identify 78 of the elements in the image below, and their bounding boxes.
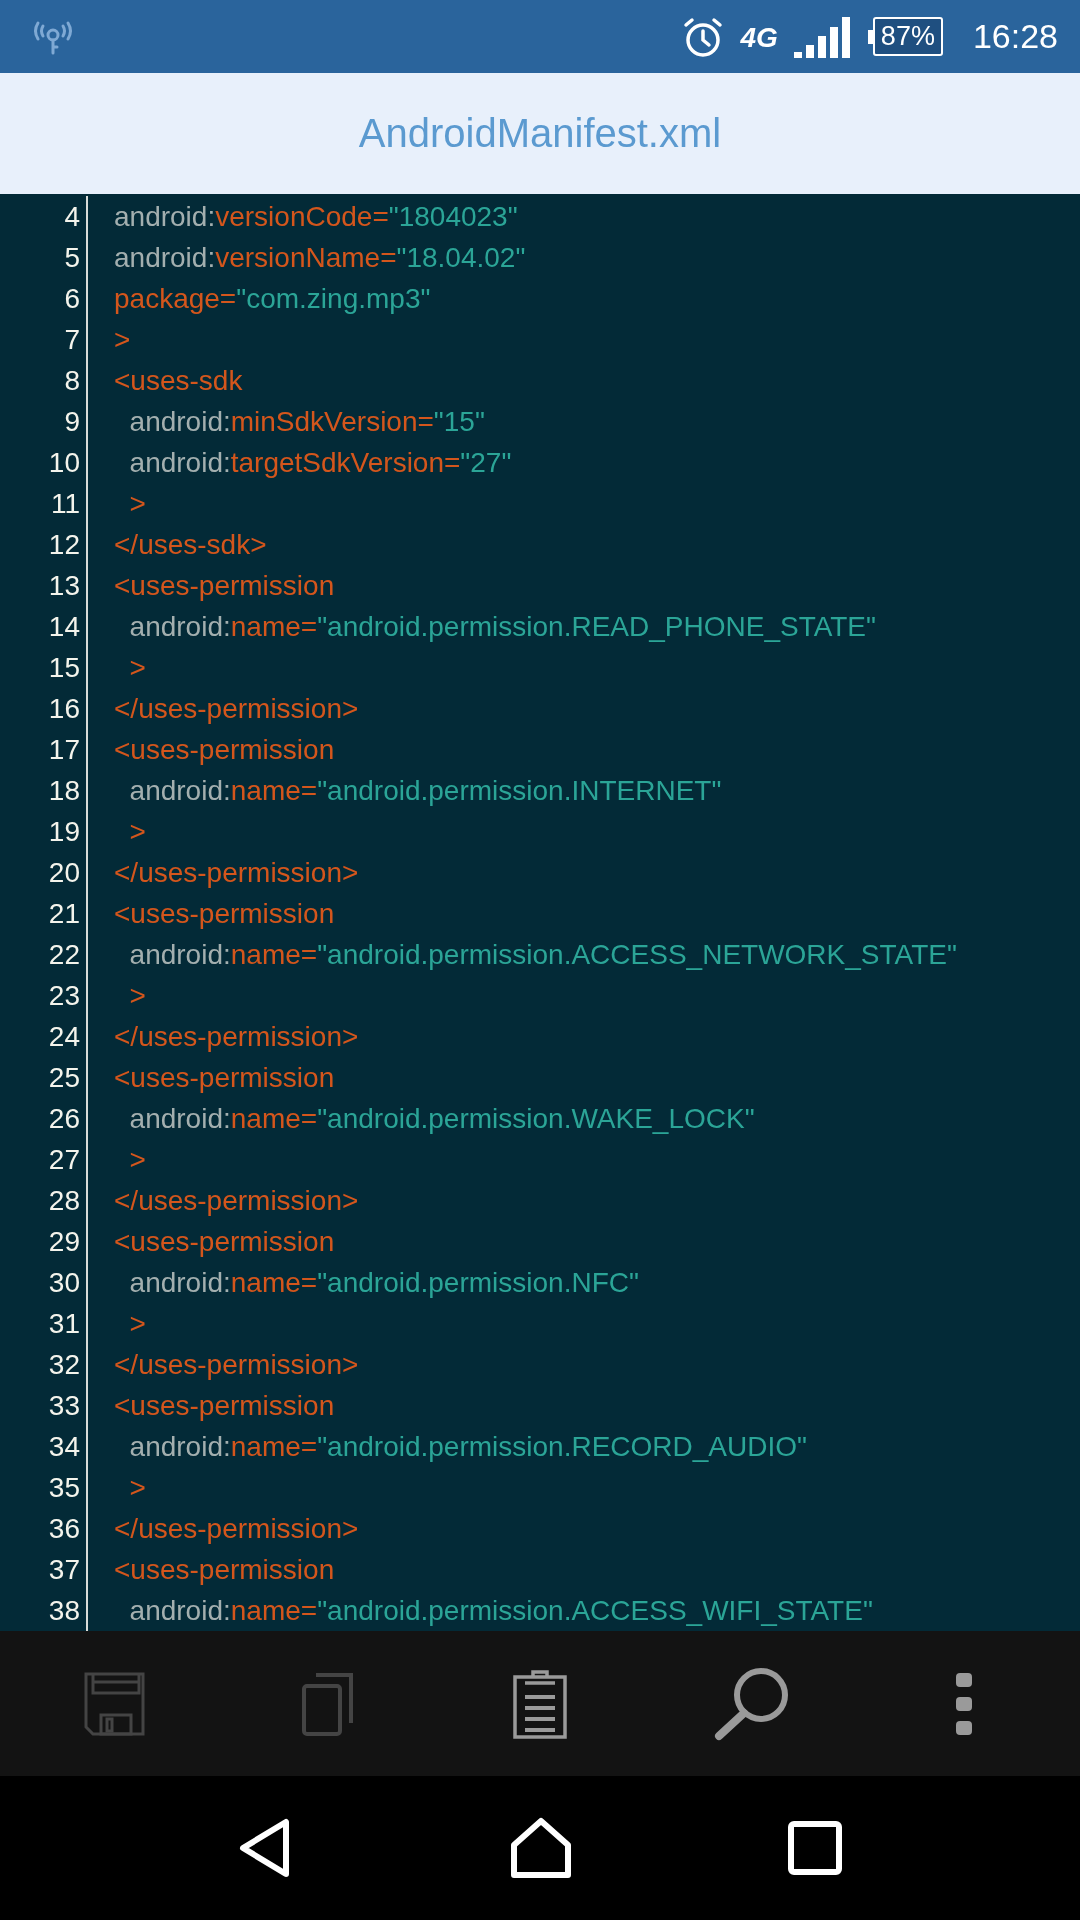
line-number: 25 bbox=[47, 1061, 80, 1094]
code-line: > bbox=[128, 1143, 146, 1176]
line-number: 18 bbox=[47, 774, 80, 807]
line-number: 4 bbox=[63, 200, 80, 233]
code-line: > bbox=[128, 1471, 146, 1504]
line-number: 27 bbox=[47, 1143, 80, 1176]
code-line: <uses-permission bbox=[114, 569, 335, 602]
line-number: 32 bbox=[47, 1348, 80, 1381]
line-number: 26 bbox=[47, 1102, 80, 1135]
code-line: <uses-permission bbox=[114, 1389, 335, 1422]
line-number: 14 bbox=[47, 610, 80, 643]
line-number: 36 bbox=[47, 1512, 80, 1545]
network-type: 4G bbox=[740, 21, 778, 54]
code-line: </uses-sdk> bbox=[114, 528, 267, 561]
code-line: <uses-permission bbox=[114, 1553, 335, 1586]
line-number: 37 bbox=[47, 1553, 80, 1586]
line-number: 30 bbox=[47, 1266, 80, 1299]
line-number: 31 bbox=[47, 1307, 80, 1340]
line-number: 19 bbox=[47, 815, 80, 848]
code-line: <uses-permission bbox=[114, 1061, 335, 1094]
line-number: 12 bbox=[47, 528, 80, 561]
code-line: </uses-permission> bbox=[114, 856, 359, 889]
code-line: android:minSdkVersion="15" bbox=[128, 405, 485, 438]
file-title: AndroidManifest.xml bbox=[358, 111, 722, 156]
clock-time: 16:28 bbox=[972, 17, 1058, 56]
line-number: 15 bbox=[47, 651, 80, 684]
code-line: > bbox=[128, 1307, 146, 1340]
code-line: </uses-permission> bbox=[114, 1512, 359, 1545]
code-line: > bbox=[128, 815, 146, 848]
line-number: 38 bbox=[47, 1594, 80, 1627]
code-line: > bbox=[128, 651, 146, 684]
code-line: <uses-sdk bbox=[114, 364, 243, 397]
code-line: <uses-permission bbox=[114, 733, 335, 766]
line-number: 22 bbox=[47, 938, 80, 971]
line-number: 34 bbox=[47, 1430, 80, 1463]
code-line: android:versionName="18.04.02" bbox=[114, 241, 526, 274]
line-number: 28 bbox=[47, 1184, 80, 1217]
code-line: android:name="android.permission.ACCESS_WIFI_STATE" bbox=[128, 1594, 873, 1627]
line-number: 7 bbox=[63, 323, 80, 356]
copy-icon bbox=[301, 1670, 355, 1737]
code-line: android:targetSdkVersion="27" bbox=[128, 446, 512, 479]
code-line: android:name="android.permission.RECORD_AUDIO" bbox=[128, 1430, 807, 1463]
battery-indicator: 87% bbox=[867, 17, 943, 56]
code-line: android:name="android.permission.ACCESS_NETWORK_STATE" bbox=[128, 938, 957, 971]
line-number: 8 bbox=[63, 364, 80, 397]
line-number: 5 bbox=[63, 241, 80, 274]
line-number: 24 bbox=[47, 1020, 80, 1053]
search-icon bbox=[714, 1665, 790, 1742]
line-number: 33 bbox=[47, 1389, 80, 1422]
code-line: <uses-permission bbox=[114, 897, 335, 930]
code-line: package="com.zing.mp3" bbox=[114, 282, 431, 315]
line-number: 6 bbox=[63, 282, 80, 315]
code-line: </uses-permission> bbox=[114, 1184, 359, 1217]
code-line: android:name="android.permission.WAKE_LOCK" bbox=[128, 1102, 755, 1135]
line-number: 16 bbox=[47, 692, 80, 725]
line-number: 11 bbox=[49, 487, 80, 520]
code-line: > bbox=[128, 979, 146, 1012]
code-line: android:versionCode="1804023" bbox=[114, 200, 518, 233]
code-line: > bbox=[128, 487, 146, 520]
code-line: </uses-permission> bbox=[114, 1348, 359, 1381]
code-line: </uses-permission> bbox=[114, 692, 359, 725]
line-number: 23 bbox=[47, 979, 80, 1012]
line-number: 13 bbox=[47, 569, 80, 602]
line-number: 20 bbox=[47, 856, 80, 889]
line-number: 9 bbox=[63, 405, 80, 438]
clipboard-icon bbox=[513, 1668, 567, 1739]
code-line: android:name="android.permission.NFC" bbox=[128, 1266, 639, 1299]
more-icon bbox=[954, 1670, 974, 1737]
line-number: 35 bbox=[47, 1471, 80, 1504]
code-line: > bbox=[114, 323, 131, 356]
code-line: android:name="android.permission.READ_PHONE_STATE" bbox=[128, 610, 876, 643]
line-number: 29 bbox=[47, 1225, 80, 1258]
line-number: 10 bbox=[47, 446, 80, 479]
line-number: 21 bbox=[47, 897, 80, 930]
line-number: 17 bbox=[47, 733, 80, 766]
code-line: android:name="android.permission.INTERNET" bbox=[128, 774, 722, 807]
code-line: </uses-permission> bbox=[114, 1020, 359, 1053]
code-line: <uses-permission bbox=[114, 1225, 335, 1258]
